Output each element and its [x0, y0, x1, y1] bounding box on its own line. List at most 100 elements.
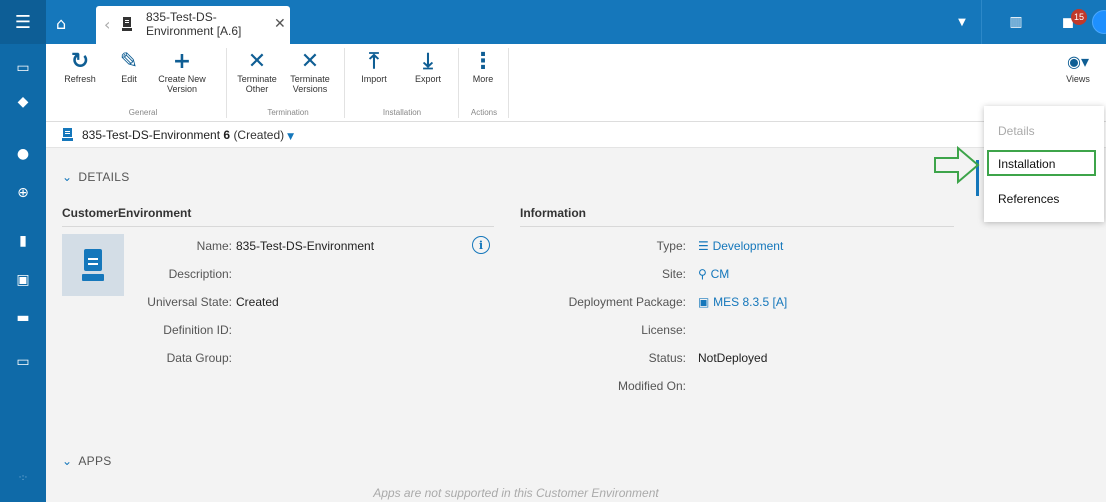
back-chevron-icon[interactable]: ‹ [104, 15, 110, 34]
pencil-icon: ✎ [119, 48, 139, 74]
terminate-versions-button[interactable]: ✕ Terminate Versions [284, 48, 336, 95]
create-new-version-label: Create New Version [158, 74, 206, 94]
library-icon[interactable]: ▮ [0, 229, 46, 253]
location-pin-icon: ⚲ [698, 267, 711, 281]
tab-title: 835-Test-DS-Environment [A.6] [146, 10, 242, 38]
entity-title[interactable]: 835-Test-DS-Environment 6 (Created) ▼ [82, 128, 294, 142]
views-button[interactable]: ◉▾ Views [1056, 48, 1100, 85]
top-bar: ⌂ ‹ 835-Test-DS-Environment [A.6] ✕ ▼ ▥ … [46, 0, 1106, 44]
home-icon[interactable]: ⌂ [56, 14, 78, 36]
download-icon: ⤓ [423, 48, 433, 74]
group-termination-label: Termination [267, 108, 309, 117]
environment-icon [122, 17, 132, 31]
tag-icon[interactable]: ◆ [0, 90, 46, 114]
x-icon: ✕ [247, 48, 267, 74]
field-label: License: [641, 323, 686, 337]
field-label: Data Group: [166, 351, 232, 365]
create-new-version-button[interactable]: + Create New Version [156, 48, 208, 95]
terminate-other-button[interactable]: ✕ Terminate Other [234, 48, 280, 95]
export-button[interactable]: ⤓ Export [406, 48, 450, 85]
more-label: More [472, 74, 494, 84]
details-section-title: DETAILS [78, 170, 130, 184]
tab-customer-environment[interactable]: ‹ 835-Test-DS-Environment [A.6] ✕ [96, 6, 290, 44]
divider [226, 48, 227, 118]
terminate-other-label: Terminate Other [237, 74, 277, 94]
field-value: Development [712, 239, 784, 253]
upload-icon: ⤒ [369, 48, 379, 74]
compass-icon[interactable]: ⊕ [0, 181, 46, 205]
import-button[interactable]: ⤒ Import [352, 48, 396, 85]
info-icon[interactable]: i [472, 236, 490, 254]
action-toolbar: ↻ Refresh ✎ Edit + Create New Version Ge… [46, 44, 1106, 122]
list-icon: ☰ [698, 239, 713, 253]
field-value: Created [236, 295, 279, 309]
customer-environment-title: CustomerEnvironment [62, 206, 192, 220]
x-icon: ✕ [300, 48, 320, 74]
field-value: MES 8.3.5 [A] [713, 295, 788, 309]
more-button[interactable]: ⋮ More [464, 48, 502, 85]
highlight-box [987, 150, 1096, 176]
entity-version: 6 [223, 128, 231, 142]
field-label: Universal State: [147, 295, 232, 309]
apps-section-header[interactable]: ⌄ APPS [62, 454, 112, 468]
edit-button[interactable]: ✎ Edit [112, 48, 146, 85]
import-label: Import [361, 74, 387, 84]
avatar[interactable] [1092, 10, 1106, 34]
plus-icon: + [172, 48, 192, 74]
divider [344, 48, 345, 118]
field-label: Deployment Package: [568, 295, 686, 309]
terminate-versions-label: Terminate Versions [290, 74, 330, 94]
group-actions-label: Actions [470, 108, 498, 117]
notification-badge: 15 [1071, 9, 1087, 25]
divider [981, 0, 982, 44]
menu-item-references[interactable]: References [998, 192, 1059, 206]
field-value: NotDeployed [698, 351, 768, 365]
field-label: Modified On: [617, 379, 686, 393]
left-nav-rail: ☰ ▭ ◆ ● ⊕ ▮ ▣ ▬ ▭ ·:· [0, 0, 46, 502]
environment-icon[interactable]: ▬ [0, 306, 46, 330]
field-label: Definition ID: [163, 323, 232, 337]
close-tab-icon[interactable]: ✕ [274, 16, 286, 32]
field-label: Name: [196, 239, 232, 253]
divider [458, 48, 459, 118]
apps-section-title: APPS [78, 454, 112, 468]
site-link[interactable]: ⚲ CM [698, 267, 729, 281]
tabs-dropdown-icon[interactable]: ▼ [952, 0, 972, 44]
refresh-icon: ↻ [70, 48, 90, 74]
menu-item-details[interactable]: Details [998, 124, 1035, 138]
details-section-header[interactable]: ⌄ DETAILS [62, 170, 130, 184]
field-label: Description: [168, 267, 232, 281]
export-label: Export [414, 74, 441, 84]
chevron-down-icon: ⌄ [62, 454, 73, 468]
views-label: Views [1066, 74, 1090, 84]
field-value: 835-Test-DS-Environment [236, 239, 375, 253]
circle-icon[interactable]: ● [0, 142, 46, 166]
annotation-arrow-icon [934, 145, 980, 185]
entity-state: (Created) [233, 128, 285, 142]
hamburger-menu-icon[interactable]: ☰ [0, 0, 46, 44]
main-content: ⌄ DETAILS CustomerEnvironment Name: 835-T… [46, 148, 1106, 502]
apps-empty-message: Apps are not supported in this Customer … [373, 486, 659, 500]
refresh-button[interactable]: ↻ Refresh [54, 48, 106, 85]
entity-name: 835-Test-DS-Environment [82, 128, 221, 142]
signal-icon: ·:· [18, 473, 28, 483]
screen-icon[interactable]: ▭ [0, 350, 46, 374]
chevron-down-icon[interactable]: ▼ [287, 132, 294, 142]
edit-label: Edit [121, 74, 137, 84]
field-label: Status: [648, 351, 686, 365]
field-label: Type: [656, 239, 686, 253]
more-vertical-icon: ⋮ [472, 48, 494, 74]
type-link[interactable]: ☰ Development [698, 239, 783, 253]
divider [508, 48, 509, 118]
barcode-scan-icon[interactable]: ▥ [1004, 0, 1028, 44]
group-general-label: General [128, 108, 158, 117]
monitor-icon[interactable]: ▣ [0, 268, 46, 292]
information-title: Information [520, 206, 586, 220]
calendar-icon[interactable]: ▭ [0, 56, 46, 80]
package-icon: ▣ [698, 295, 714, 309]
group-installation-label: Installation [382, 108, 422, 117]
deployment-package-link[interactable]: ▣ MES 8.3.5 [A] [698, 295, 787, 309]
divider [62, 226, 494, 227]
chevron-down-icon: ⌄ [62, 170, 73, 184]
divider [520, 226, 954, 227]
